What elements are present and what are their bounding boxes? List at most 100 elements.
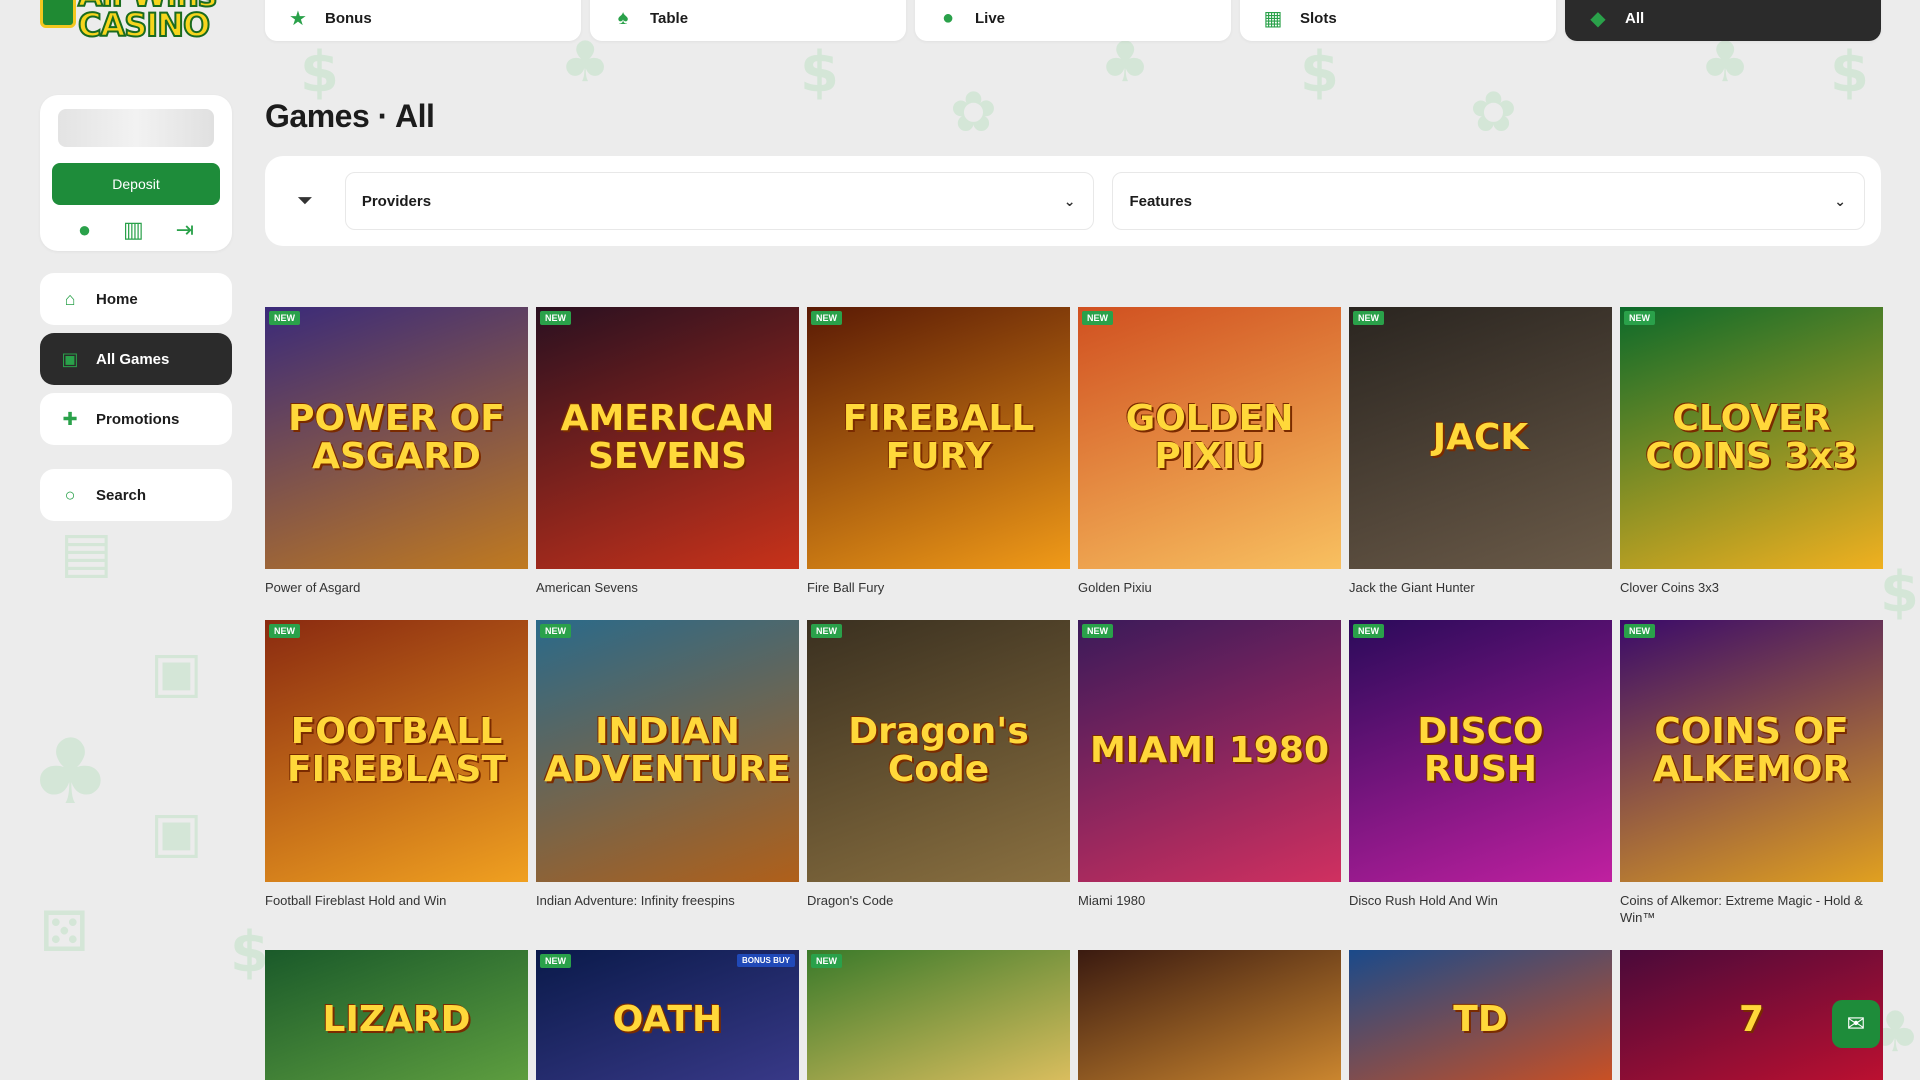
sidebar-item-label: All Games (96, 350, 170, 368)
new-badge: NEW (811, 954, 842, 968)
new-badge: NEW (1624, 624, 1655, 638)
new-badge: NEW (1082, 311, 1113, 325)
game-art-title: COINS OF ALKEMOR (1652, 711, 1851, 790)
game-art-title: GOLDEN PIXIU (1125, 398, 1294, 477)
chat-button[interactable]: ✉ (1832, 1000, 1880, 1048)
search-icon: ○ (64, 484, 76, 505)
game-title[interactable]: Indian Adventure: Infinity freespins (536, 882, 799, 950)
game-thumbnail[interactable]: NEW DISCO RUSH (1349, 620, 1612, 882)
game-art-title: OATH (612, 999, 723, 1040)
game-card[interactable] (1078, 950, 1341, 1080)
game-thumbnail[interactable]: NEW COINS OF ALKEMOR (1620, 620, 1883, 882)
game-title[interactable]: Clover Coins 3x3 (1620, 569, 1883, 617)
game-art-title: POWER OF ASGARD (288, 398, 505, 477)
game-card[interactable]: NEW CLOVER COINS 3x3 Clover Coins 3x3 (1620, 307, 1883, 617)
category-tabs: ★ Bonus ♠ Table ● Live ▦ Slots ◆ All (265, 0, 1881, 41)
game-thumbnail[interactable]: NEW JACK (1349, 307, 1612, 569)
casino-logo[interactable]: All Wins CASINO (40, 0, 236, 50)
game-thumbnail[interactable]: NEW MIAMI 1980 (1078, 620, 1341, 882)
tab-live[interactable]: ● Live (915, 0, 1231, 41)
game-card[interactable]: NEW DISCO RUSH Disco Rush Hold And Win (1349, 620, 1612, 950)
tab-label: All (1625, 10, 1645, 27)
game-thumbnail[interactable]: NEW FOOTBALL FIREBLAST (265, 620, 528, 882)
providers-dropdown[interactable]: Providers ⌄ (344, 172, 1095, 230)
game-card[interactable]: NEW INDIAN ADVENTURE Indian Adventure: Inf… (536, 620, 799, 950)
game-title[interactable]: Power of Asgard (265, 569, 528, 617)
game-title[interactable]: Fire Ball Fury (807, 569, 1070, 617)
game-title[interactable]: Jack the Giant Hunter (1349, 569, 1612, 617)
game-title[interactable]: Miami 1980 (1078, 882, 1341, 950)
sidebar-item-promotions[interactable]: ✚ Promotions (40, 393, 232, 445)
games-row: LIZARD NEW BONUS BUY OATH NEW TD 7 (265, 950, 1883, 1080)
features-dropdown[interactable]: Features ⌄ (1112, 172, 1866, 230)
game-thumbnail[interactable]: NEW CLOVER COINS 3x3 (1620, 307, 1883, 569)
tab-slots[interactable]: ▦ Slots (1240, 0, 1556, 41)
sidebar-item-label: Home (96, 290, 138, 308)
game-thumbnail[interactable]: TD (1349, 950, 1612, 1080)
home-icon: ⌂ (64, 288, 76, 309)
game-title[interactable]: Dragon's Code (807, 882, 1070, 950)
game-title[interactable]: Golden Pixiu (1078, 569, 1341, 617)
game-thumbnail[interactable]: LIZARD (265, 950, 528, 1080)
sidebar: Deposit ● ▥ ⇥ ⌂ Home ▣ All Games ✚ Promo… (40, 95, 232, 529)
game-art-title: CLOVER COINS 3x3 (1645, 398, 1858, 477)
game-card[interactable]: NEW JACK Jack the Giant Hunter (1349, 307, 1612, 617)
tab-bonus[interactable]: ★ Bonus (265, 0, 581, 41)
game-card[interactable]: NEW GOLDEN PIXIU Golden Pixiu (1078, 307, 1341, 617)
gift-icon: ✚ (62, 408, 78, 429)
game-card[interactable]: NEW AMERICAN SEVENS American Sevens (536, 307, 799, 617)
user-icon[interactable]: ● (78, 219, 91, 241)
coupon-icon[interactable]: ▥ (123, 219, 144, 241)
chevron-down-icon: ⌄ (1834, 192, 1847, 209)
games-row: NEW POWER OF ASGARD Power of Asgard NEW AMER… (265, 307, 1883, 617)
new-badge: NEW (540, 954, 571, 968)
game-art-title: FIREBALL FURY (842, 398, 1035, 477)
new-badge: NEW (1624, 311, 1655, 325)
game-thumbnail[interactable]: NEW (807, 950, 1070, 1080)
dealer-icon: ● (941, 7, 955, 29)
games-row: NEW FOOTBALL FIREBLAST Football Fireblast … (265, 620, 1883, 950)
game-card[interactable]: NEW FIREBALL FURY Fire Ball Fury (807, 307, 1070, 617)
game-title[interactable]: Disco Rush Hold And Win (1349, 882, 1612, 950)
search-label: Search (96, 486, 147, 504)
game-art-title: LIZARD (322, 999, 471, 1040)
sidebar-search[interactable]: ○ Search (40, 469, 232, 521)
tab-all[interactable]: ◆ All (1565, 0, 1881, 41)
sidebar-item-all-games[interactable]: ▣ All Games (40, 333, 232, 385)
game-title[interactable]: Coins of Alkemor: Extreme Magic - Hold &… (1620, 882, 1883, 950)
game-card[interactable]: NEW POWER OF ASGARD Power of Asgard (265, 307, 528, 617)
new-badge: NEW (540, 311, 571, 325)
game-thumbnail[interactable]: NEW BONUS BUY OATH (536, 950, 799, 1080)
game-thumbnail[interactable]: NEW Dragon's Code (807, 620, 1070, 882)
filter-icon[interactable]: ⏷ (285, 190, 345, 213)
tab-table[interactable]: ♠ Table (590, 0, 906, 41)
game-title[interactable]: Football Fireblast Hold and Win (265, 882, 528, 950)
game-card[interactable]: TD (1349, 950, 1612, 1080)
sidebar-item-label: Promotions (96, 410, 180, 428)
slots-icon: ▦ (1263, 8, 1283, 30)
game-title[interactable]: American Sevens (536, 569, 799, 617)
bonus-icon: ★ (289, 8, 307, 30)
game-card[interactable]: NEW COINS OF ALKEMOR Coins of Alkemor: Ext… (1620, 620, 1883, 950)
game-art-title: AMERICAN SEVENS (560, 398, 775, 477)
game-card[interactable]: NEW BONUS BUY OATH (536, 950, 799, 1080)
account-actions: ● ▥ ⇥ (52, 219, 220, 241)
game-art-title: FOOTBALL FIREBLAST (286, 711, 507, 790)
sidebar-item-home[interactable]: ⌂ Home (40, 273, 232, 325)
game-card[interactable]: NEW Dragon's Code Dragon's Code (807, 620, 1070, 950)
game-card[interactable]: NEW (807, 950, 1070, 1080)
game-thumbnail[interactable] (1078, 950, 1341, 1080)
game-thumbnail[interactable]: NEW AMERICAN SEVENS (536, 307, 799, 569)
tab-label: Table (650, 10, 689, 27)
deposit-button[interactable]: Deposit (52, 163, 220, 205)
game-thumbnail[interactable]: NEW INDIAN ADVENTURE (536, 620, 799, 882)
game-card[interactable]: LIZARD (265, 950, 528, 1080)
game-thumbnail[interactable]: NEW GOLDEN PIXIU (1078, 307, 1341, 569)
page-title: Games · All (265, 98, 435, 134)
game-card[interactable]: NEW MIAMI 1980 Miami 1980 (1078, 620, 1341, 950)
game-card[interactable]: NEW FOOTBALL FIREBLAST Football Fireblast … (265, 620, 528, 950)
logout-icon[interactable]: ⇥ (176, 219, 194, 241)
game-thumbnail[interactable]: NEW POWER OF ASGARD (265, 307, 528, 569)
game-thumbnail[interactable]: NEW FIREBALL FURY (807, 307, 1070, 569)
features-label: Features (1129, 192, 1192, 210)
